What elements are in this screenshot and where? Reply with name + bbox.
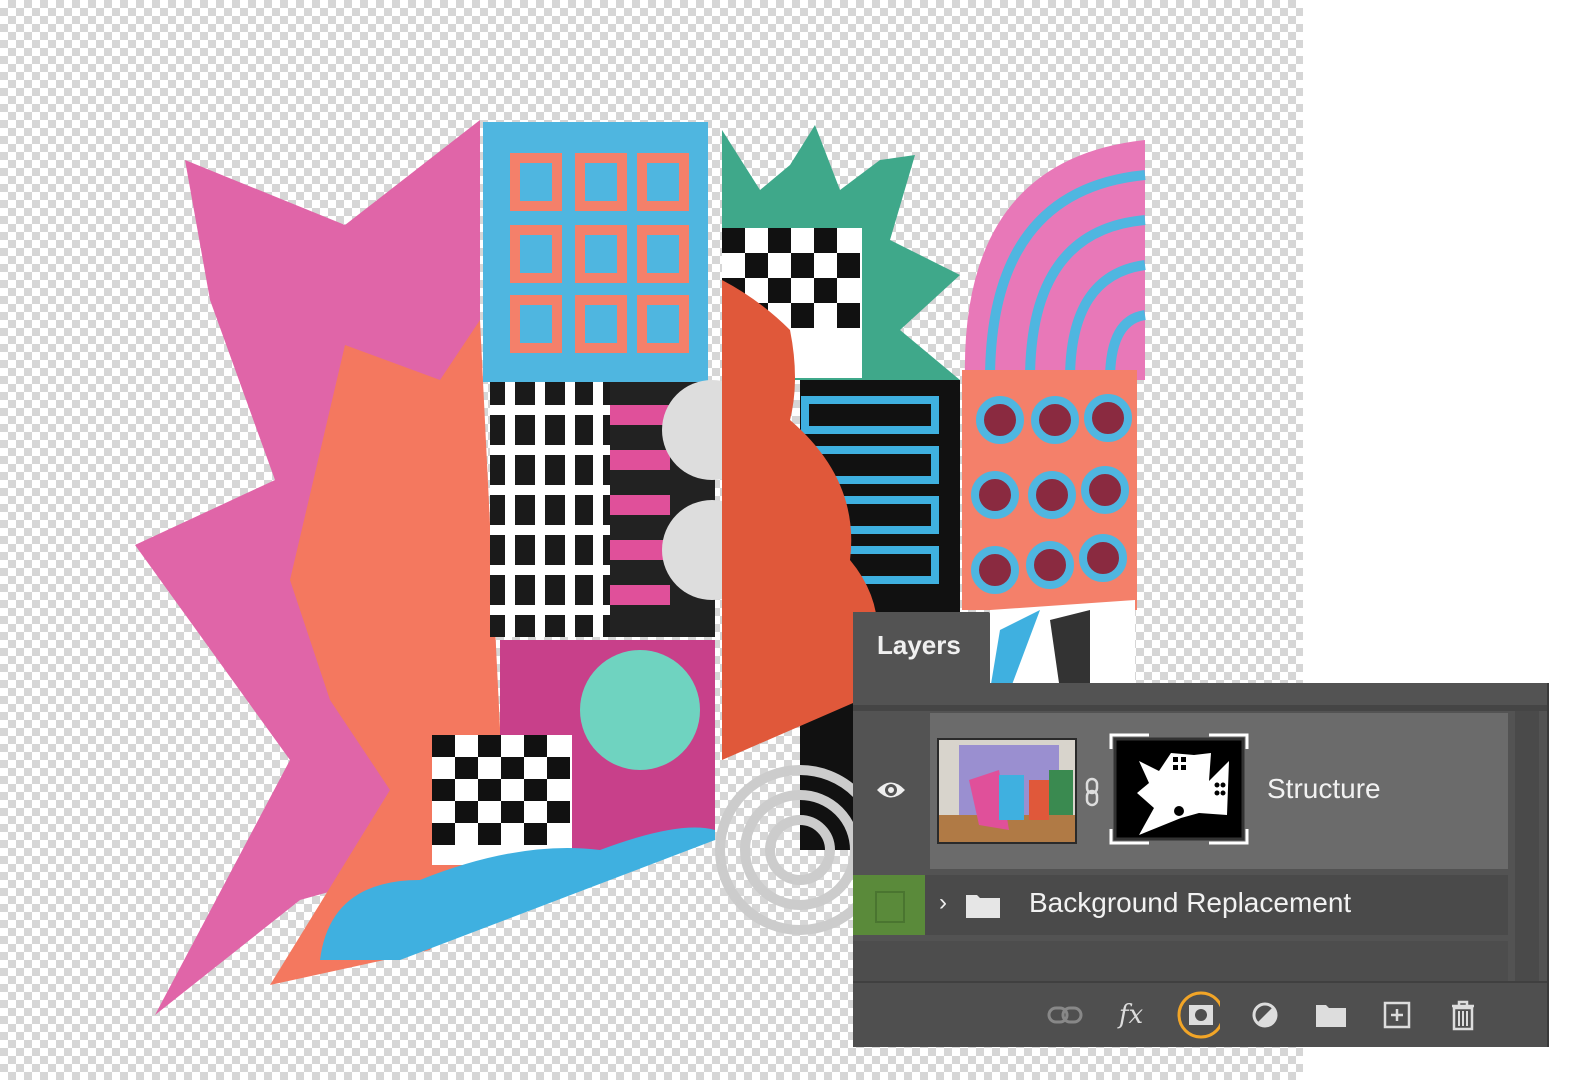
empty-layer-area xyxy=(853,941,1508,981)
layer-name[interactable]: Structure xyxy=(1267,773,1381,805)
scrollbar[interactable] xyxy=(1515,711,1539,981)
layer-thumbnail[interactable] xyxy=(937,738,1077,844)
chevron-right-icon[interactable]: › xyxy=(939,889,947,917)
add-mask-button[interactable] xyxy=(1176,991,1220,1039)
delete-icon[interactable] xyxy=(1441,993,1485,1037)
layers-tab[interactable]: Layers xyxy=(853,612,990,684)
layer-row-structure[interactable]: Structure xyxy=(853,711,1508,871)
mask-link-icon[interactable] xyxy=(1083,777,1101,807)
fx-label: fx xyxy=(1118,1000,1144,1030)
layers-tab-label: Layers xyxy=(877,630,961,660)
layers-panel: Structure › Background Replacement fx xyxy=(853,683,1549,1047)
link-layers-icon[interactable] xyxy=(1043,993,1087,1037)
layer-mask-thumbnail[interactable] xyxy=(1109,733,1249,845)
adjustment-layer-icon[interactable] xyxy=(1243,993,1287,1037)
visibility-toggle-off[interactable] xyxy=(853,875,925,935)
layers-toolbar: fx xyxy=(853,981,1547,1047)
visibility-eye-icon[interactable] xyxy=(875,777,907,803)
group-name[interactable]: Background Replacement xyxy=(1029,887,1351,919)
new-group-icon[interactable] xyxy=(1309,993,1353,1037)
folder-icon xyxy=(966,895,1000,918)
fx-icon[interactable]: fx xyxy=(1109,993,1153,1037)
new-layer-icon[interactable] xyxy=(1375,993,1419,1037)
layer-row-background-replacement[interactable]: › Background Replacement xyxy=(853,875,1508,935)
